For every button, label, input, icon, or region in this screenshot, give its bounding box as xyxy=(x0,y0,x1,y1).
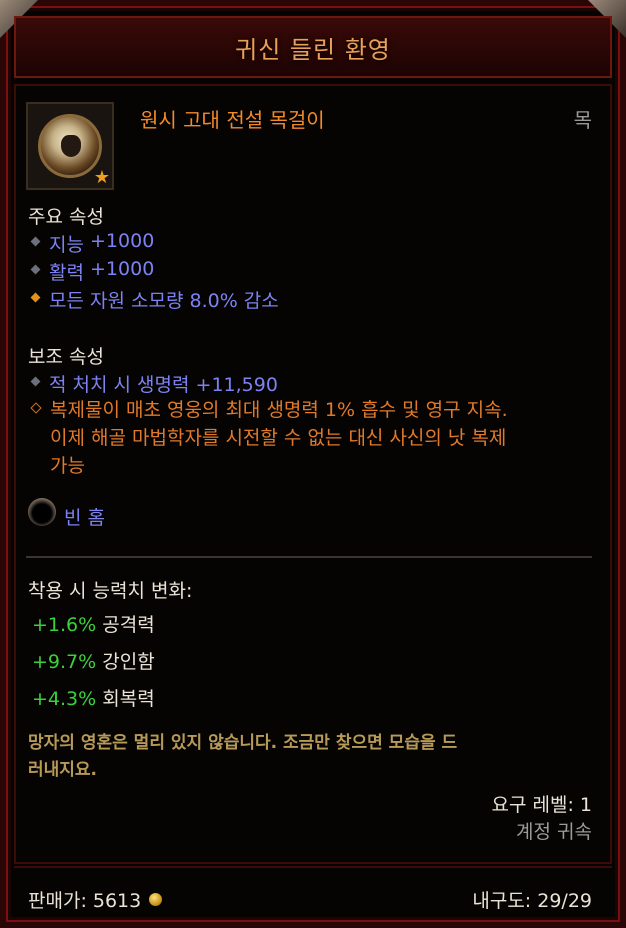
stat-label: 회복력 xyxy=(102,688,155,710)
attr-value: +1000 xyxy=(90,258,155,280)
sell-price: 판매가: 5613 xyxy=(28,886,163,913)
legendary-line: 가능 xyxy=(50,455,85,477)
stat-delta: +9.7% xyxy=(32,651,97,673)
item-slot: 목 xyxy=(573,108,592,132)
stat-label: 강인함 xyxy=(102,651,155,673)
secondary-attr-life-on-kill: 적 처치 시 생명력 +11,590 xyxy=(30,370,278,397)
attr-name: 지능 xyxy=(49,234,84,256)
amulet-icon xyxy=(38,114,102,178)
item-type-name: 원시 고대 전설 목걸이 xyxy=(140,108,325,132)
primary-attr-vitality: 활력 +1000 xyxy=(30,258,154,285)
primary-heading: 주요 속성 xyxy=(28,206,104,228)
durability: 내구도: 29/29 xyxy=(472,890,592,912)
gold-coin-icon xyxy=(149,893,163,906)
primary-attr-intelligence: 지능 +1000 xyxy=(30,230,154,257)
empty-socket-icon xyxy=(28,498,56,526)
divider xyxy=(26,556,592,558)
diamond-bullet-icon xyxy=(30,264,41,275)
flavor-text: 망자의 영혼은 멀리 있지 않습니다. 조금만 찾으면 모습을 드 러내지요. xyxy=(28,730,598,784)
stat-delta: +1.6% xyxy=(32,614,97,636)
legendary-line: 복제물이 매초 영웅의 최대 생명력 1% 흡수 및 영구 지속. xyxy=(50,399,508,421)
stat-changes-heading: 착용 시 능력치 변화: xyxy=(28,580,193,602)
title-bar: 귀신 들린 환영 xyxy=(14,16,612,78)
sell-price-label: 판매가: 5613 xyxy=(28,890,142,912)
stat-change-row: +1.6% 공격력 xyxy=(32,610,155,637)
attr-value: +1000 xyxy=(90,230,155,252)
attr-text: 적 처치 시 생명력 +11,590 xyxy=(49,374,278,396)
legendary-line: 이제 해골 마법학자를 시전할 수 없는 대신 사신의 낫 복제 xyxy=(50,427,507,449)
level-requirement: 요구 레벨: 1 xyxy=(491,794,593,816)
ancient-star-icon: ★ xyxy=(93,167,110,188)
hollow-diamond-bullet-icon xyxy=(30,402,42,414)
account-bound-label: 계정 귀속 xyxy=(516,821,592,843)
stat-label: 공격력 xyxy=(102,614,155,636)
item-icon-frame: ★ xyxy=(26,102,114,190)
socket-label: 빈 홈 xyxy=(64,507,105,529)
attr-text: 모든 자원 소모량 8.0% 감소 xyxy=(49,290,279,312)
stat-change-row: +4.3% 회복력 xyxy=(32,684,155,711)
secondary-heading: 보조 속성 xyxy=(28,346,104,368)
item-title: 귀신 들린 환영 xyxy=(235,35,391,64)
flavor-line: 러내지요. xyxy=(28,760,98,780)
diamond-bullet-icon xyxy=(30,292,41,303)
legendary-power: 복제물이 매초 영웅의 최대 생명력 1% 흡수 및 영구 지속. 이제 해골 … xyxy=(30,396,590,480)
attr-name: 활력 xyxy=(49,262,84,284)
flavor-line: 망자의 영혼은 멀리 있지 않습니다. 조금만 찾으면 모습을 드 xyxy=(28,733,458,753)
diamond-bullet-icon xyxy=(30,236,41,247)
legendary-text: 복제물이 매초 영웅의 최대 생명력 1% 흡수 및 영구 지속. 이제 해골 … xyxy=(50,396,590,480)
stat-change-row: +9.7% 강인함 xyxy=(32,647,155,674)
tooltip-footer: 판매가: 5613 내구도: 29/29 xyxy=(14,866,612,918)
primary-attr-resource: 모든 자원 소모량 8.0% 감소 xyxy=(30,286,279,313)
diamond-bullet-icon xyxy=(30,376,41,387)
stat-delta: +4.3% xyxy=(32,688,97,710)
